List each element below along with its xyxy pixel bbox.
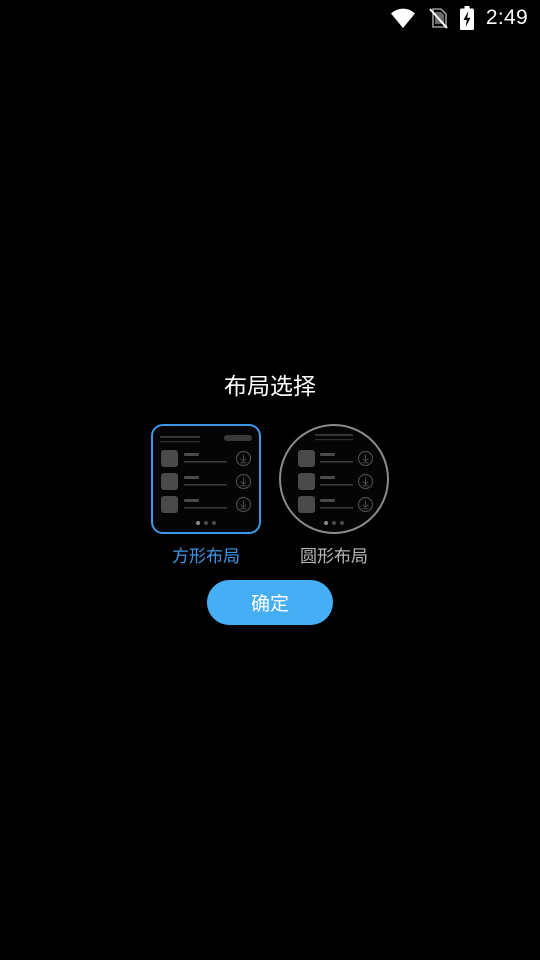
no-sim-icon [429,8,448,29]
battery-charging-icon [459,6,474,30]
layout-selection-screen: 2:49 布局选择 方形布局 圆形布局 确定 [0,0,540,960]
round-layout-option[interactable]: 圆形布局 [279,424,389,569]
status-bar: 2:49 [0,0,540,36]
status-icons: 2:49 [390,5,528,31]
round-layout-label[interactable]: 圆形布局 [279,545,389,569]
square-layout-preview[interactable] [151,424,261,534]
confirm-button[interactable]: 确定 [207,580,333,625]
square-layout-option[interactable]: 方形布局 [151,424,261,569]
round-layout-preview[interactable] [279,424,389,534]
round-preview-graphic [298,434,374,525]
layout-options: 方形布局 圆形布局 [0,424,540,574]
dialog-title: 布局选择 [224,374,316,400]
wifi-icon [390,8,415,28]
status-time: 2:49 [485,6,528,29]
square-preview-graphic [160,435,252,525]
square-layout-label[interactable]: 方形布局 [151,545,261,569]
